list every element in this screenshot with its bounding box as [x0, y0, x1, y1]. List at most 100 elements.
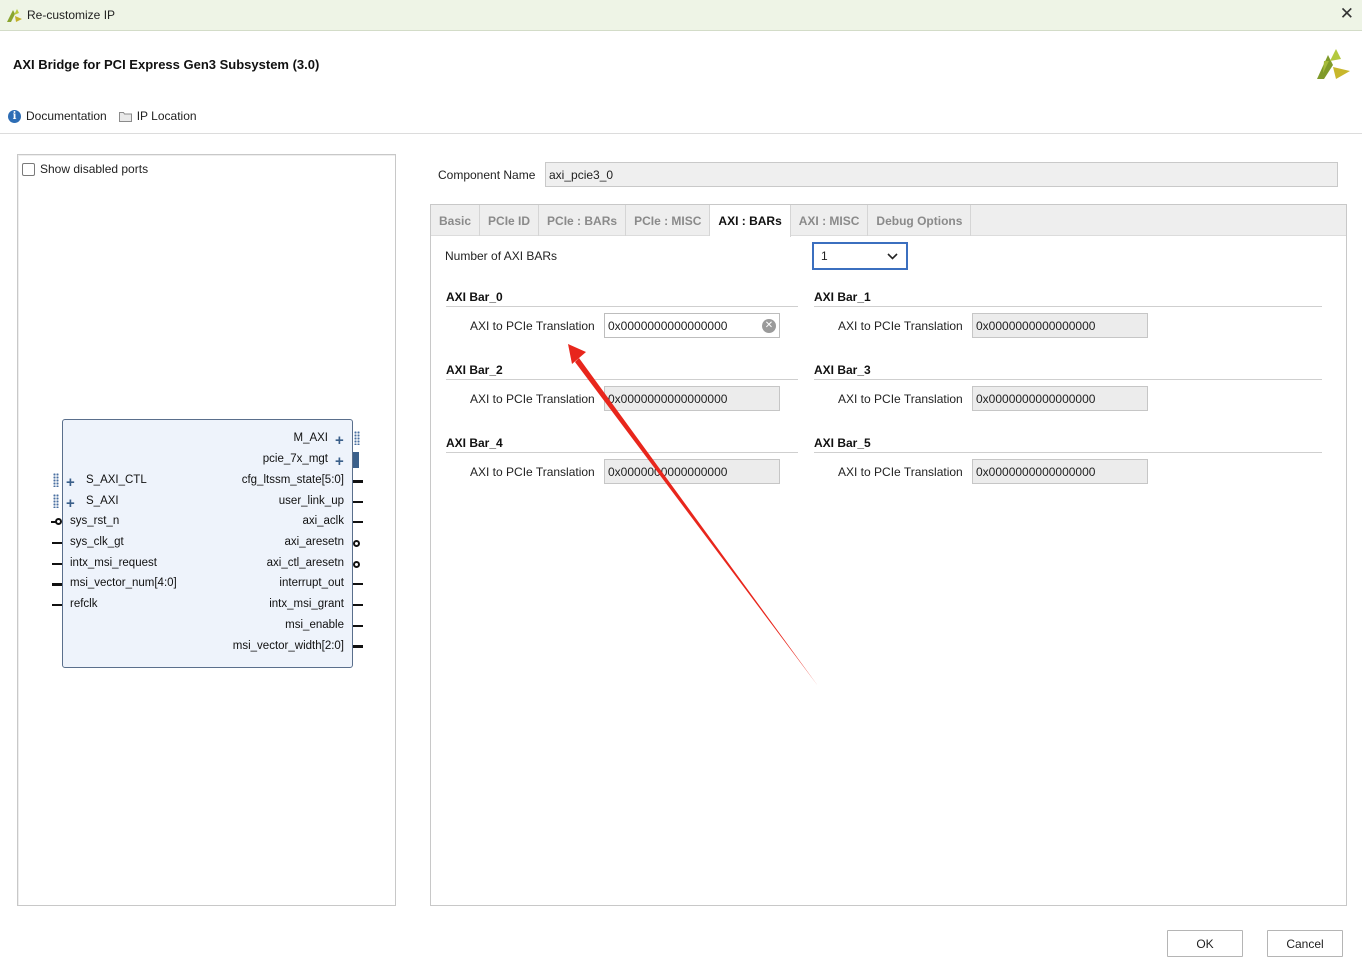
axi-bar-3-title: AXI Bar_3: [814, 363, 871, 377]
num-axi-bars-value: 1: [821, 249, 828, 263]
port-refclk: refclk: [70, 598, 98, 610]
port-axi-ctl-aresetn: axi_ctl_aresetn: [266, 557, 344, 569]
axi-bar-3-divider: [814, 379, 1322, 380]
port-msi-vector-width: msi_vector_width[2:0]: [232, 640, 344, 652]
axi-bar-4-translation-field: 0x0000000000000000: [604, 459, 780, 484]
axi-bar-0-translation-field[interactable]: 0x0000000000000000 ✕: [604, 313, 780, 338]
axi-bar-3-translation-field: 0x0000000000000000: [972, 386, 1148, 411]
port-pcie-7x-mgt: pcie_7x_mgt: [262, 453, 328, 465]
tab-axi-misc[interactable]: AXI : MISC: [791, 205, 869, 236]
tab-pcie-misc[interactable]: PCIe : MISC: [626, 205, 711, 236]
axi-bar-3-translation-label: AXI to PCIe Translation: [838, 392, 963, 406]
info-icon: i: [8, 109, 21, 123]
pin-interrupt-out: [353, 583, 363, 585]
num-axi-bars-select[interactable]: 1: [812, 242, 908, 270]
axi-bar-2-divider: [446, 379, 798, 380]
pin-intx-msi-grant: [353, 604, 363, 606]
expand-pcie-7x-mgt-icon[interactable]: +: [335, 454, 344, 469]
config-tab-panel: [430, 204, 1347, 906]
axi-bar-4-title: AXI Bar_4: [446, 436, 503, 450]
ip-location-label: IP Location: [136, 109, 197, 123]
tab-pcie-id[interactable]: PCIe ID: [480, 205, 540, 236]
close-icon[interactable]: ✕: [1340, 5, 1354, 23]
axi-bar-0-translation-value: 0x0000000000000000: [608, 319, 728, 333]
axi-bar-0-translation-label: AXI to PCIe Translation: [470, 319, 595, 333]
port-sys-clk-gt: sys_clk_gt: [70, 536, 124, 548]
port-intx-msi-grant: intx_msi_grant: [269, 598, 344, 610]
axi-bar-1-translation-label: AXI to PCIe Translation: [838, 319, 963, 333]
axi-bar-1-translation-field: 0x0000000000000000: [972, 313, 1148, 338]
pin-axi-aresetn-icon: [353, 540, 360, 547]
clear-icon[interactable]: ✕: [762, 319, 776, 333]
axi-bar-1-divider: [814, 306, 1322, 307]
pin-intx-msi-request: [52, 563, 62, 565]
bus-pcie-7x-mgt-icon: [353, 452, 359, 468]
tab-strip: Basic PCIe ID PCIe : BARs PCIe : MISC AX…: [431, 205, 1346, 237]
pin-msi-vector-num: [52, 583, 62, 586]
port-s-axi: S_AXI: [86, 495, 119, 507]
documentation-label: Documentation: [26, 109, 107, 123]
port-msi-enable: msi_enable: [285, 619, 344, 631]
component-name-label: Component Name: [438, 168, 536, 182]
pin-axi-aclk: [353, 521, 363, 523]
axi-bar-5-divider: [814, 452, 1322, 453]
axi-bar-5-translation-label: AXI to PCIe Translation: [838, 465, 963, 479]
pin-cfg-ltssm-state: [353, 480, 363, 483]
window-title: Re-customize IP: [27, 8, 116, 22]
port-msi-vector-num: msi_vector_num[4:0]: [70, 577, 177, 589]
bus-m-axi-icon: [354, 431, 360, 445]
pin-msi-enable: [353, 625, 363, 627]
axi-bar-2-translation-field: 0x0000000000000000: [604, 386, 780, 411]
tab-basic[interactable]: Basic: [431, 205, 481, 236]
expand-s-axi-icon[interactable]: +: [66, 496, 75, 511]
header-separator: [0, 133, 1362, 134]
title-bar: Re-customize IP ✕: [0, 0, 1362, 31]
expand-m-axi-icon[interactable]: +: [335, 433, 344, 448]
show-disabled-ports-toggle[interactable]: Show disabled ports: [22, 162, 148, 176]
axi-bar-2-title: AXI Bar_2: [446, 363, 503, 377]
tab-debug-options[interactable]: Debug Options: [868, 205, 972, 236]
port-s-axi-ctl: S_AXI_CTL: [86, 474, 147, 486]
pin-sys-rst-n-icon: [55, 518, 62, 525]
port-axi-aclk: axi_aclk: [302, 515, 344, 527]
pin-user-link-up: [353, 501, 363, 503]
cancel-button[interactable]: Cancel: [1267, 930, 1343, 957]
ip-title: AXI Bridge for PCI Express Gen3 Subsyste…: [13, 57, 320, 72]
show-disabled-ports-checkbox[interactable]: [22, 162, 35, 176]
ip-location-link[interactable]: IP Location: [118, 109, 197, 123]
pin-sys-clk-gt: [52, 542, 62, 544]
port-cfg-ltssm-state: cfg_ltssm_state[5:0]: [241, 474, 344, 486]
chevron-down-icon: [887, 253, 898, 260]
expand-s-axi-ctl-icon[interactable]: +: [66, 475, 75, 490]
show-disabled-ports-label: Show disabled ports: [40, 162, 149, 176]
axi-bar-0-title: AXI Bar_0: [446, 290, 503, 304]
port-interrupt-out: interrupt_out: [279, 577, 344, 589]
component-name-field[interactable]: axi_pcie3_0: [545, 162, 1338, 187]
axi-bar-5-translation-field: 0x0000000000000000: [972, 459, 1148, 484]
axi-bar-5-title: AXI Bar_5: [814, 436, 871, 450]
port-sys-rst-n: sys_rst_n: [70, 515, 120, 527]
axi-bar-1-title: AXI Bar_1: [814, 290, 871, 304]
pin-msi-vector-width: [353, 645, 363, 648]
vivado-brand-icon: [1317, 49, 1350, 79]
folder-icon: [118, 111, 132, 122]
pin-axi-ctl-aresetn-icon: [353, 561, 360, 568]
link-bar: i Documentation IP Location: [8, 108, 197, 124]
port-m-axi: M_AXI: [293, 432, 328, 444]
axi-bar-2-translation-label: AXI to PCIe Translation: [470, 392, 595, 406]
axi-bar-4-divider: [446, 452, 798, 453]
port-axi-aresetn: axi_aresetn: [284, 536, 344, 548]
port-user-link-up: user_link_up: [278, 495, 344, 507]
axi-bar-0-divider: [446, 306, 798, 307]
bus-s-axi-icon: [53, 494, 59, 508]
ok-button[interactable]: OK: [1167, 930, 1243, 957]
bus-s-axi-ctl-icon: [53, 473, 59, 487]
tab-pcie-bars[interactable]: PCIe : BARs: [539, 205, 627, 236]
pin-refclk: [52, 604, 62, 606]
axi-bar-4-translation-label: AXI to PCIe Translation: [470, 465, 595, 479]
tab-axi-bars[interactable]: AXI : BARs: [710, 205, 791, 237]
port-intx-msi-request: intx_msi_request: [70, 557, 157, 569]
num-axi-bars-label: Number of AXI BARs: [445, 249, 558, 263]
vivado-logo-icon: [7, 9, 22, 22]
documentation-link[interactable]: i Documentation: [8, 109, 107, 123]
